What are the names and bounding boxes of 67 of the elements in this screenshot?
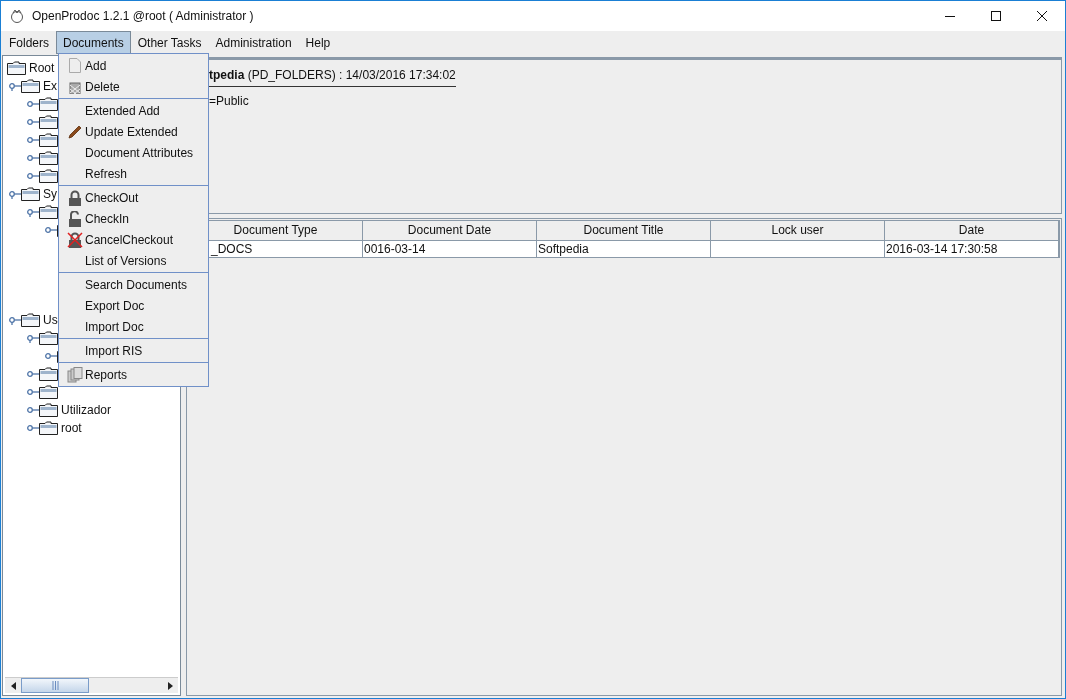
tree-item[interactable]: root [61, 419, 82, 437]
collapsed-handle-icon[interactable] [27, 387, 39, 397]
tree-item[interactable]: Root [29, 59, 55, 77]
menu-entry[interactable]: Import RIS [59, 340, 208, 361]
collapsed-handle-icon[interactable] [27, 405, 39, 415]
menu-entry[interactable]: Import Doc [59, 316, 208, 337]
window-title: OpenProdoc 1.2.1 @root ( Administrator ) [32, 8, 254, 25]
collapsed-handle-icon[interactable] [45, 225, 57, 235]
right-arrow-icon [167, 681, 173, 690]
collapsed-handle-icon[interactable] [27, 423, 39, 433]
expanded-handle-icon[interactable] [27, 207, 39, 217]
table-cell: Softpedia [537, 240, 711, 257]
menu-entry[interactable]: Refresh [59, 163, 208, 184]
collapsed-handle-icon[interactable] [45, 351, 57, 361]
tree-item[interactable]: Sy [43, 185, 57, 203]
table-cell: 2016-03-14 17:30:58 [885, 240, 1059, 257]
menu-entry[interactable]: Search Documents [59, 274, 208, 295]
menu-item[interactable]: Documents [56, 31, 131, 54]
lock-cross-icon [67, 231, 83, 248]
grip-icon [51, 681, 59, 690]
folder-icon [39, 421, 58, 435]
folder-icon [21, 313, 40, 327]
scroll-thumb[interactable] [21, 678, 89, 693]
folder-icon [39, 403, 58, 417]
expanded-handle-icon[interactable] [27, 333, 39, 343]
menu-entry[interactable]: Add [59, 55, 208, 76]
menu-item[interactable]: Other Tasks [130, 31, 209, 54]
menu-entry[interactable]: Extended Add [59, 100, 208, 121]
tree-item[interactable]: Utilizador [61, 401, 111, 419]
collapsed-handle-icon[interactable] [27, 135, 39, 145]
menu-item[interactable]: Folders [2, 31, 56, 54]
close-icon [1037, 11, 1047, 21]
collapsed-handle-icon[interactable] [27, 171, 39, 181]
page-icon [69, 58, 81, 73]
menu-entry[interactable]: Document Attributes [59, 142, 208, 163]
menu-entry[interactable]: Delete [59, 76, 208, 97]
expanded-handle-icon[interactable] [9, 81, 21, 91]
folder-icon [21, 79, 40, 93]
menu-entry[interactable]: Export Doc [59, 295, 208, 316]
expanded-handle-icon[interactable] [9, 189, 21, 199]
expanded-handle-icon[interactable] [9, 315, 21, 325]
collapsed-handle-icon[interactable] [27, 99, 39, 109]
table-cell: 0016-03-14 [363, 240, 537, 257]
minimize-icon [945, 15, 955, 17]
unlocked-lock-icon [68, 210, 82, 227]
collapsed-handle-icon[interactable] [27, 153, 39, 163]
tree-item[interactable]: Ex [43, 77, 57, 95]
app-icon [10, 9, 24, 23]
maximize-icon [991, 11, 1001, 21]
trash-icon [69, 79, 81, 94]
menu-item[interactable]: Help [298, 31, 338, 54]
folder-icon [7, 61, 26, 75]
folder-icon [21, 187, 40, 201]
tree-item[interactable]: Us [43, 311, 58, 329]
pencil-icon [68, 124, 82, 139]
folder-acl: =Public [209, 93, 250, 110]
folder-icon [39, 385, 58, 399]
documents-icon [67, 366, 83, 383]
menu-entry[interactable]: Update Extended [59, 121, 208, 142]
left-arrow-icon [10, 681, 16, 690]
folder-heading: tpedia (PD_FOLDERS) : 14/03/2016 17:34:02 [209, 68, 456, 82]
lock-icon [68, 189, 82, 206]
menu-item[interactable]: Administration [208, 31, 299, 54]
menu-entry[interactable]: Reports [59, 364, 208, 385]
collapsed-handle-icon[interactable] [27, 117, 39, 127]
collapsed-handle-icon[interactable] [27, 369, 39, 379]
menu-entry[interactable]: CheckOut [59, 187, 208, 208]
